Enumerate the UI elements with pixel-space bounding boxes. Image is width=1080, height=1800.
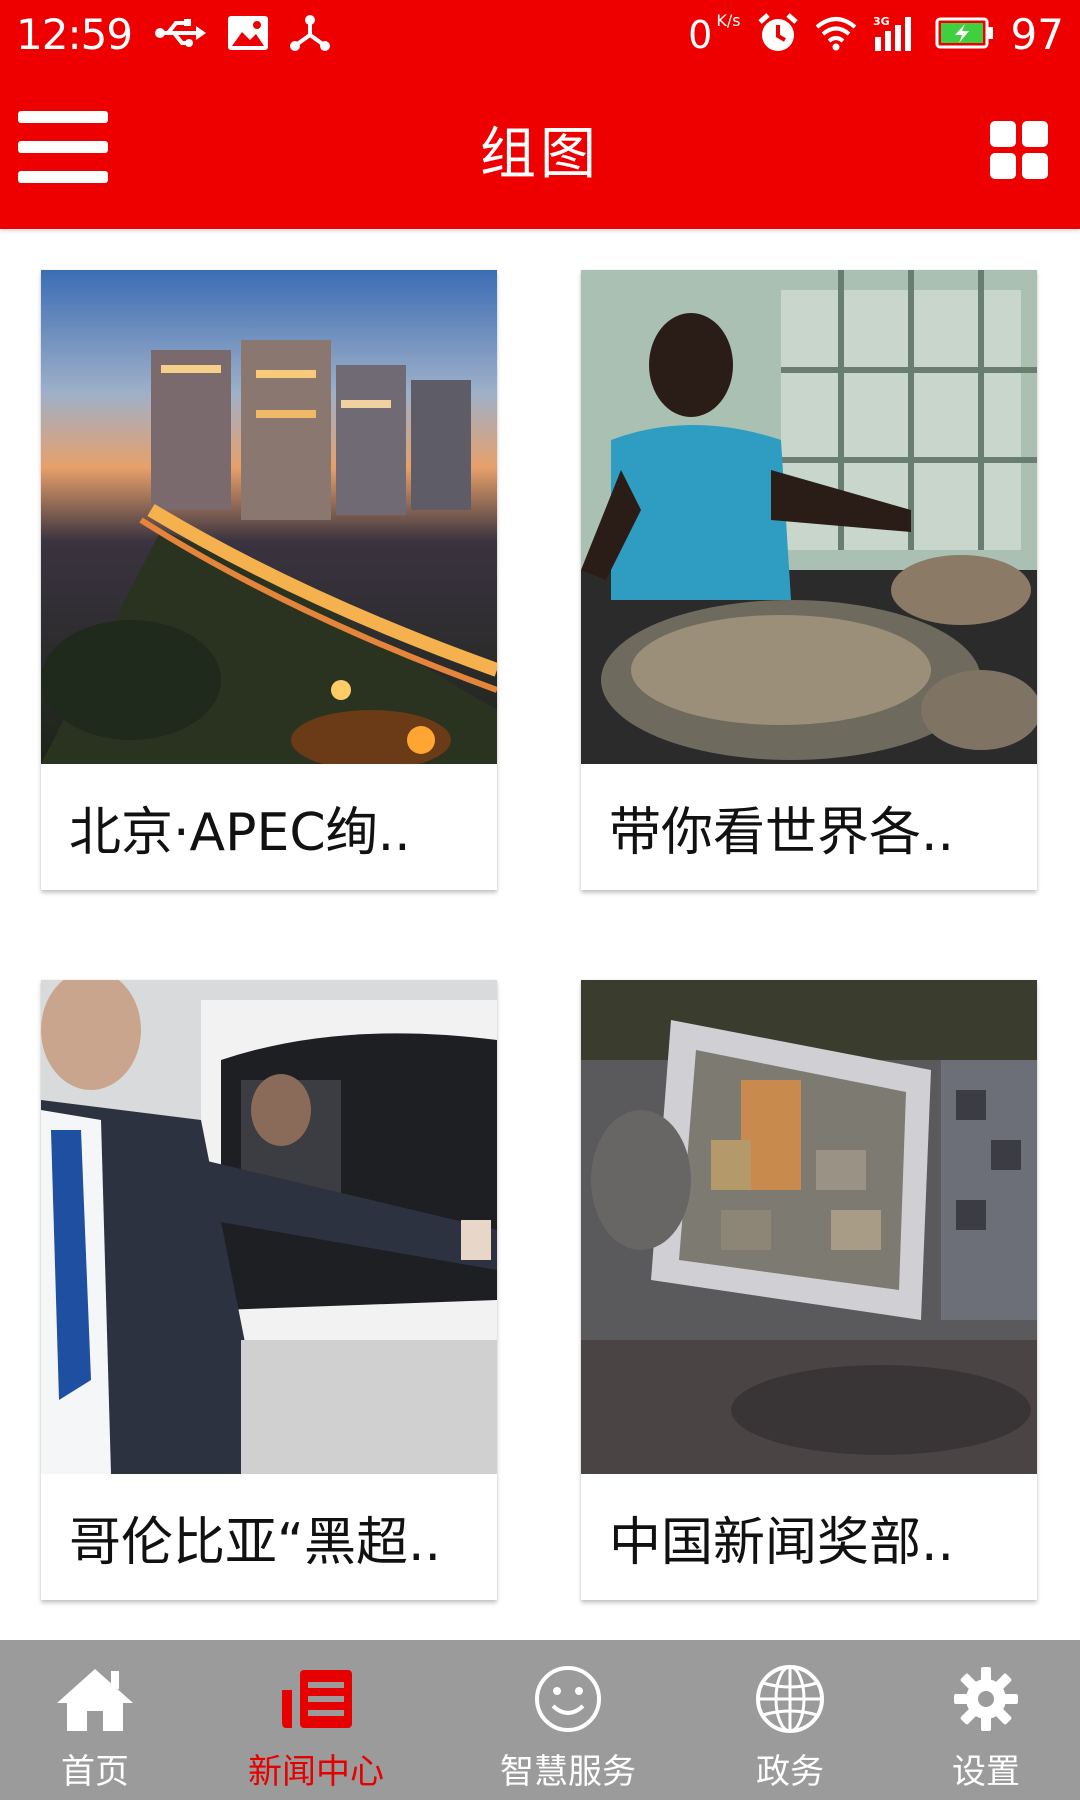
wifi-icon [815, 15, 857, 55]
bodyguard-car-photo [41, 980, 497, 1474]
menu-line [18, 111, 108, 123]
grid-cell [990, 121, 1016, 147]
grid-cell [990, 153, 1016, 179]
status-bar: 12:59 0 K/s 3G 97 [0, 0, 1080, 69]
signal-3g-icon: 3G [873, 15, 919, 55]
nav-item-settings[interactable]: 设置 [936, 1640, 1036, 1800]
gallery-card[interactable]: 北京·APEC绚.. [41, 270, 497, 890]
globe-icon [754, 1658, 826, 1740]
home-icon [55, 1658, 135, 1740]
share-icon [290, 14, 331, 55]
alarm-icon [757, 12, 799, 58]
app-bar: 组图 [0, 69, 1080, 229]
network-speed-value: 0 [688, 12, 713, 57]
gear-icon [952, 1658, 1020, 1740]
gallery-card[interactable]: 带你看世界各.. [581, 270, 1037, 890]
page-title: 组图 [480, 121, 600, 187]
svg-text:3G: 3G [873, 15, 890, 28]
hamburger-menu-icon[interactable] [18, 109, 108, 185]
grid-cell [1022, 121, 1048, 147]
status-system-icons: 0 K/s 3G 97 [688, 10, 1064, 59]
grid-view-icon[interactable] [990, 121, 1048, 179]
menu-line [18, 141, 108, 153]
nav-label: 新闻中心 [248, 1752, 384, 1792]
network-speed-unit: K/s [716, 10, 741, 30]
nav-label: 设置 [952, 1752, 1020, 1792]
gallery-card-title: 哥伦比亚“黑超.. [69, 1512, 441, 1573]
nav-label: 智慧服务 [500, 1752, 636, 1792]
gallery-card-title: 中国新闻奖部.. [609, 1512, 955, 1573]
battery-charging-icon [935, 17, 995, 53]
man-at-market-photo [581, 270, 1037, 764]
gallery-card-title: 带你看世界各.. [609, 802, 955, 863]
nav-item-home[interactable]: 首页 [40, 1640, 150, 1800]
gallery-card[interactable]: 哥伦比亚“黑超.. [41, 980, 497, 1600]
nav-label: 首页 [61, 1752, 129, 1792]
grid-cell [1022, 153, 1048, 179]
nav-item-smart-services[interactable]: 智慧服务 [488, 1640, 648, 1800]
smiley-icon [533, 1658, 603, 1740]
battery-percent: 97 [1010, 10, 1064, 59]
gallery-card-title: 北京·APEC绚.. [69, 802, 411, 863]
news-icon [278, 1658, 354, 1740]
bottom-navigation: 首页 新闻中心 智慧服务 政务 设置 [0, 1640, 1080, 1800]
gallery-card[interactable]: 中国新闻奖部.. [581, 980, 1037, 1600]
nav-label: 政务 [756, 1752, 824, 1792]
menu-line [18, 171, 108, 183]
status-time: 12:59 [16, 10, 133, 59]
nav-item-government[interactable]: 政务 [740, 1640, 840, 1800]
network-speed: 0 K/s [688, 10, 741, 57]
nav-item-news-center[interactable]: 新闻中心 [236, 1640, 396, 1800]
status-notification-icons [154, 14, 331, 55]
beijing-night-city-photo [41, 270, 497, 764]
photo-frame-stones-photo [581, 980, 1037, 1474]
usb-icon [154, 17, 207, 53]
image-icon [228, 15, 269, 54]
